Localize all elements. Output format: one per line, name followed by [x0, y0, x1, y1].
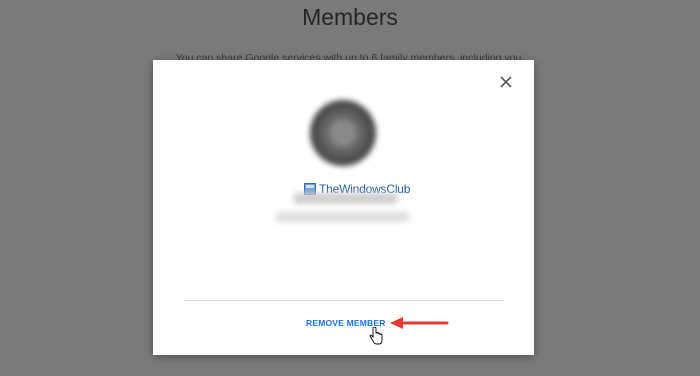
divider — [184, 300, 503, 301]
avatar — [310, 100, 376, 166]
hand-cursor-icon — [369, 327, 383, 345]
blurred-member-email — [275, 212, 410, 222]
close-icon[interactable] — [498, 74, 514, 90]
page-title: Members — [302, 4, 398, 30]
member-dialog: TheWindowsClub REMOVE MEMBER — [153, 60, 534, 355]
blurred-member-name — [293, 193, 398, 204]
annotation-arrow-icon — [390, 317, 449, 329]
